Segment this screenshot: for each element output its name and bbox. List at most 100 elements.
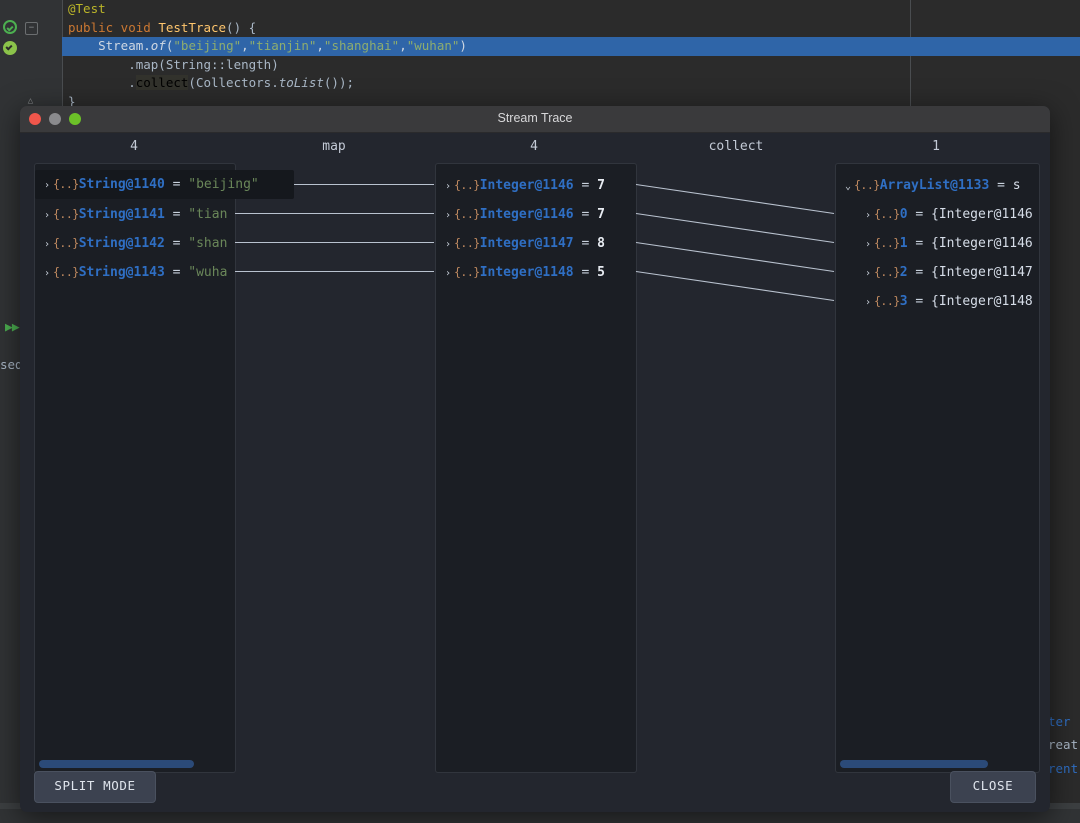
object-value-label: {Integer@1148 — [931, 294, 1033, 309]
split-mode-button[interactable]: SPLIT MODE — [34, 771, 156, 803]
right-panel-clipped-text-1: reat — [1048, 737, 1079, 752]
close-button[interactable]: CLOSE — [950, 771, 1036, 803]
object-value-label: 8 — [597, 236, 605, 251]
stage-header-source-count: 4 — [130, 139, 138, 154]
test-passed-check-icon[interactable] — [3, 41, 17, 55]
object-reference-label: String@1141 — [78, 207, 165, 222]
object-reference-label: 2 — [899, 265, 908, 280]
trace-row[interactable]: › {..}0 = {Integer@1146 — [836, 200, 1039, 229]
code-token: "wuhan" — [406, 38, 460, 54]
object-value-label: "wuha — [188, 265, 228, 280]
trace-row[interactable]: › {..}Integer@1148 = 5 — [436, 258, 636, 287]
object-value-label: {Integer@1147 — [931, 265, 1033, 280]
chevron-right-icon[interactable]: › — [41, 171, 53, 200]
panel-mapped-values[interactable]: › {..}Integer@1146 = 7 › {..}Integer@1146 =… — [435, 163, 637, 773]
trace-row[interactable]: › {..}1 = {Integer@1146 — [836, 229, 1039, 258]
code-token: . — [68, 75, 136, 91]
object-brace-icon: {..} — [874, 207, 900, 221]
object-brace-icon: {..} — [53, 265, 79, 279]
chevron-right-icon[interactable]: › — [862, 259, 874, 288]
trace-row[interactable]: › {..}String@1143 = "wuha — [35, 258, 235, 287]
equals-separator: = — [164, 265, 189, 280]
connector-map-to-collect-3 — [635, 270, 835, 302]
object-value-label: "beijing" — [188, 177, 259, 192]
object-reference-label: 0 — [899, 207, 908, 222]
panel-collect-result[interactable]: ⌄ {..}ArrayList@1133 = s › {..}0 = {Integer… — [835, 163, 1040, 773]
object-reference-label: Integer@1146 — [479, 178, 574, 193]
chevron-right-icon[interactable]: › — [442, 172, 454, 201]
object-brace-icon: {..} — [53, 236, 79, 250]
code-token: , — [241, 38, 249, 54]
trace-row[interactable]: › {..}Integer@1146 = 7 — [436, 171, 636, 200]
object-reference-label: ArrayList@1133 — [879, 178, 990, 193]
trace-row[interactable]: › {..}String@1141 = "tian — [35, 200, 235, 229]
code-token: toList — [278, 75, 324, 91]
object-brace-icon: {..} — [53, 207, 79, 221]
stream-trace-dialog[interactable]: Stream Trace 4 map 4 collect 1 ⌄ {..}ArrayLis… — [20, 106, 1050, 812]
editor-run-gutter[interactable] — [0, 0, 20, 823]
code-token: (Collectors. — [188, 75, 279, 91]
chevron-down-icon[interactable]: ⌄ — [842, 172, 854, 201]
object-value-label: {Integer@1146 — [931, 207, 1033, 222]
equals-separator: = — [573, 178, 598, 193]
equals-separator: = — [573, 236, 598, 251]
stage-header-collect: collect — [708, 139, 764, 154]
object-brace-icon: {..} — [874, 236, 900, 250]
dialog-titlebar[interactable]: Stream Trace — [20, 106, 1050, 133]
object-value-label: s — [1012, 178, 1021, 193]
object-reference-label: 1 — [899, 236, 908, 251]
chevron-right-icon[interactable]: › — [41, 201, 53, 230]
code-editor-lines[interactable]: @Test public void TestTrace() { Stream.of… — [62, 0, 1080, 112]
trace-row[interactable]: ⌄ {..}ArrayList@1133 = s — [836, 171, 1039, 200]
code-line-text: Stream.of("beijing","tianjin","shanghai"… — [68, 38, 467, 53]
equals-separator: = — [989, 178, 1013, 193]
object-brace-icon: {..} — [874, 294, 900, 308]
trace-row[interactable]: › {..}2 = {Integer@1147 — [836, 258, 1039, 287]
line-annotation[interactable]: @Test — [62, 0, 1080, 19]
panel-collect-hscrollbar[interactable] — [840, 760, 988, 768]
chevron-right-icon[interactable]: › — [862, 288, 874, 317]
code-line-text: .map(String::length) — [68, 57, 279, 72]
trace-row[interactable]: › {..}Integer@1147 = 8 — [436, 229, 636, 258]
trace-row[interactable]: › {..}Integer@1146 = 7 — [436, 200, 636, 229]
equals-separator: = — [164, 236, 189, 251]
object-reference-label: String@1140 — [78, 177, 165, 192]
chevron-right-icon[interactable]: › — [442, 259, 454, 288]
trace-row[interactable]: › {..}3 = {Integer@1148 — [836, 287, 1039, 316]
chevron-right-icon[interactable]: › — [442, 201, 454, 230]
code-token: "beijing" — [173, 38, 242, 54]
object-reference-label: String@1143 — [78, 265, 165, 280]
chevron-right-icon[interactable]: › — [442, 230, 454, 259]
trace-row-expanded-overlay[interactable]: › {..}String@1140 = "beijing" — [35, 170, 294, 199]
connector-map-to-collect-2 — [635, 241, 835, 273]
chevron-right-icon[interactable]: › — [41, 230, 53, 259]
dialog-title: Stream Trace — [497, 111, 573, 125]
object-value-label: 7 — [597, 178, 605, 193]
right-panel-clipped-text-2: rent — [1048, 761, 1079, 776]
code-fold-collapse-icon[interactable]: − — [25, 22, 38, 35]
line-map[interactable]: .map(String::length) — [62, 56, 1080, 75]
panel-collect-result-rows: ⌄ {..}ArrayList@1133 = s › {..}0 = {Integer… — [836, 164, 1039, 316]
line-method-signature[interactable]: public void TestTrace() { — [62, 19, 1080, 38]
panel-source-values[interactable]: ›{..}String@1140 = "beijing"›{..}String@… — [34, 163, 236, 773]
stage-header-map: map — [322, 139, 346, 154]
stage-headers: 4 map 4 collect 1 — [20, 133, 1050, 163]
object-brace-icon: {..} — [874, 265, 900, 279]
equals-separator: = — [573, 265, 598, 280]
line-stream-of[interactable]: Stream.of("beijing","tianjin","shanghai"… — [62, 37, 1080, 56]
chevron-right-icon[interactable]: › — [862, 230, 874, 259]
code-token: , — [399, 38, 407, 54]
object-reference-label: Integer@1147 — [479, 236, 574, 251]
line-collect[interactable]: .collect(Collectors.toList()); — [62, 74, 1080, 93]
chevron-right-icon[interactable]: › — [41, 259, 53, 288]
object-brace-icon: {..} — [454, 265, 480, 279]
right-panel-clipped-text-0: ter — [1048, 714, 1079, 729]
panel-source-hscrollbar[interactable] — [39, 760, 194, 768]
object-reference-label: Integer@1146 — [479, 207, 574, 222]
code-token: ()); — [323, 75, 354, 91]
chevron-right-icon[interactable]: › — [862, 201, 874, 230]
run-test-check-icon[interactable] — [3, 20, 17, 34]
object-reference-label: Integer@1148 — [479, 265, 574, 280]
trace-row[interactable]: › {..}String@1142 = "shan — [35, 229, 235, 258]
object-value-label: 5 — [597, 265, 605, 280]
